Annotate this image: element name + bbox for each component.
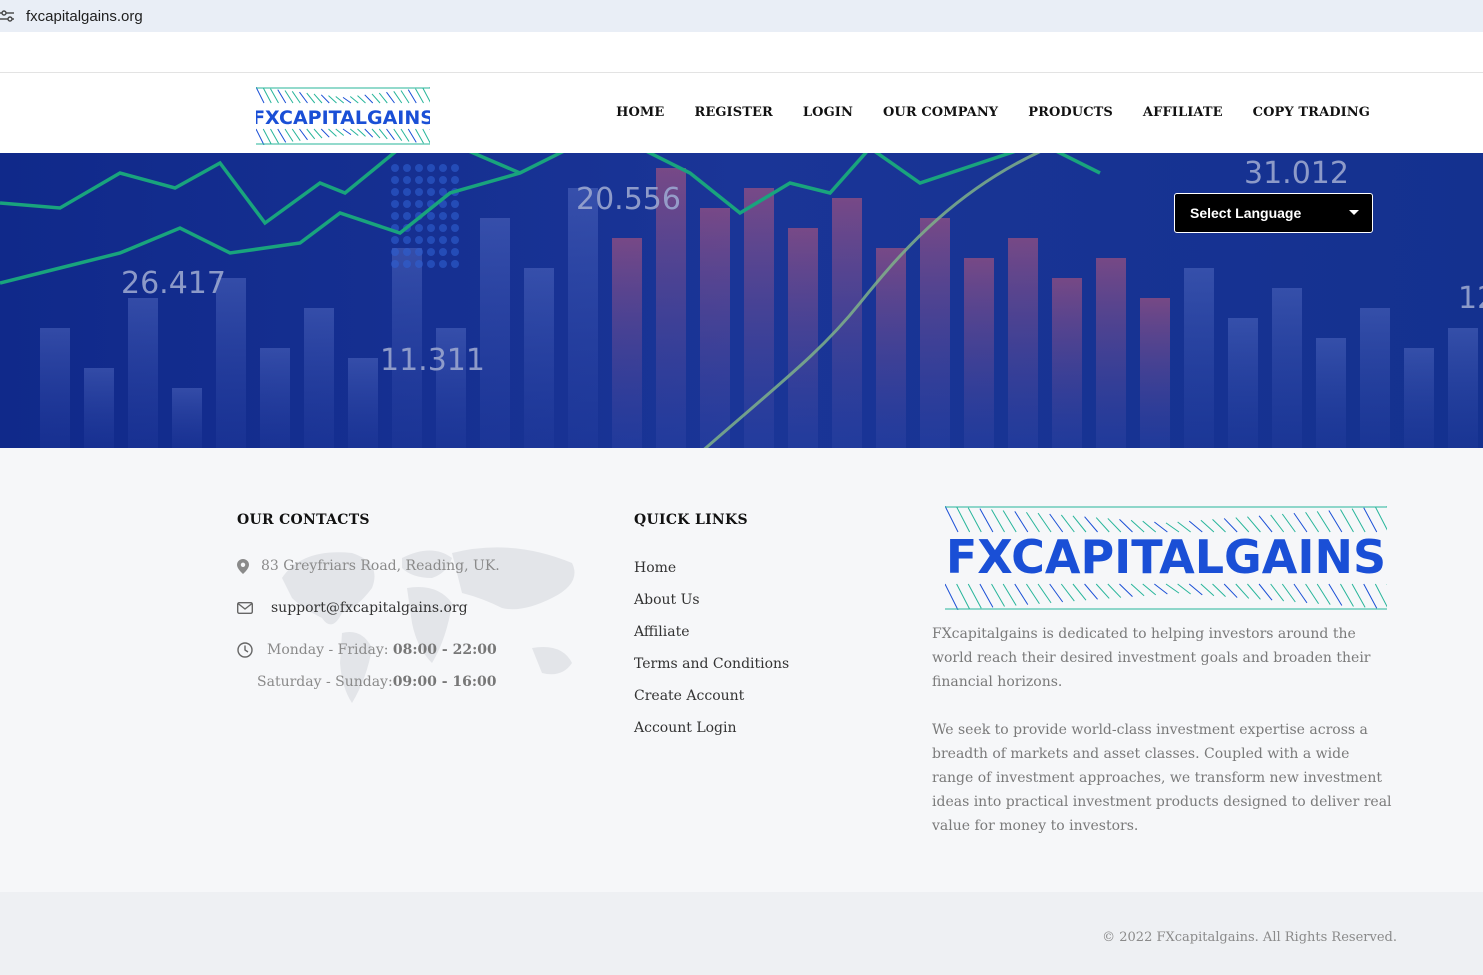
url-text[interactable]: fxcapitalgains.org [26, 8, 143, 25]
about-paragraph-2: We seek to provide world-class investmen… [932, 722, 1392, 834]
copyright-text: © 2022 FXcapitalgains. All Rights Reserv… [1102, 930, 1397, 945]
nav-home[interactable]: HOME [616, 105, 664, 120]
language-select[interactable]: Select Language [1174, 193, 1373, 233]
envelope-icon [237, 602, 253, 614]
contacts-title: OUR CONTACTS [237, 512, 370, 528]
clock-icon [237, 642, 253, 658]
map-pin-icon [235, 558, 251, 574]
quick-links-list: Home About Us Affiliate Terms and Condit… [634, 558, 789, 750]
nav-login[interactable]: LOGIN [803, 105, 853, 120]
main-nav: HOME REGISTER LOGIN OUR COMPANY PRODUCTS… [616, 105, 1370, 120]
weekday-hours-value: 08:00 - 22:00 [392, 642, 497, 658]
footer-logo: FXCAPITALGAINS [944, 505, 1401, 611]
contact-email: support@fxcapitalgains.org [237, 600, 468, 616]
contact-hours-weekend: Saturday - Sunday: 09:00 - 16:00 [257, 674, 497, 690]
caret-down-icon [1349, 210, 1359, 215]
logo-text: FXCAPITALGAINS [256, 107, 430, 129]
nav-our-company[interactable]: OUR COMPANY [883, 105, 998, 120]
top-strip [0, 32, 1483, 73]
footer-logo-text: FXCAPITALGAINS [946, 530, 1386, 584]
quick-link-create-account[interactable]: Create Account [634, 686, 789, 718]
address-text: 83 Greyfriars Road, Reading, UK. [261, 558, 500, 574]
nav-register[interactable]: REGISTER [694, 105, 772, 120]
about-text: FXcapitalgains is dedicated to helping i… [932, 622, 1394, 838]
quick-link-home[interactable]: Home [634, 558, 789, 590]
site-header: FXCAPITALGAINS HOME REGISTER LOGIN OUR C… [0, 73, 1483, 153]
nav-copy-trading[interactable]: COPY TRADING [1253, 105, 1370, 120]
about-paragraph-1: FXcapitalgains is dedicated to helping i… [932, 626, 1371, 690]
footer-logo-graphic: FXCAPITALGAINS [944, 505, 1401, 611]
email-link[interactable]: support@fxcapitalgains.org [271, 600, 468, 616]
hero-number-3: 11.311 [380, 343, 485, 378]
hero-number-2: 20.556 [576, 182, 681, 217]
weekday-label: Monday - Friday: [267, 642, 393, 658]
quick-link-about-us[interactable]: About Us [634, 590, 789, 622]
quick-link-terms[interactable]: Terms and Conditions [634, 654, 789, 686]
quick-link-account-login[interactable]: Account Login [634, 718, 789, 750]
footer-bottom: © 2022 FXcapitalgains. All Rights Reserv… [0, 892, 1483, 975]
weekend-label: Saturday - Sunday: [257, 674, 393, 690]
logo-graphic: FXCAPITALGAINS [252, 86, 439, 146]
language-select-label: Select Language [1190, 205, 1302, 221]
browser-address-bar: fxcapitalgains.org [0, 0, 1483, 32]
footer-main: OUR CONTACTS 83 Greyfriars Road, Reading… [0, 448, 1483, 892]
hero-number-1: 26.417 [121, 266, 226, 301]
site-logo[interactable]: FXCAPITALGAINS [252, 86, 439, 146]
hero-banner: 26.417 20.556 11.311 31.012 12 Select La… [0, 153, 1483, 448]
quick-links-title: QUICK LINKS [634, 512, 748, 528]
contact-address: 83 Greyfriars Road, Reading, UK. [235, 558, 500, 574]
weekend-hours-value: 09:00 - 16:00 [392, 674, 497, 690]
site-settings-icon[interactable] [0, 9, 14, 23]
quick-link-affiliate[interactable]: Affiliate [634, 622, 789, 654]
weekday-hours: Monday - Friday: 08:00 - 22:00 [267, 642, 497, 658]
nav-affiliate[interactable]: AFFILIATE [1143, 105, 1223, 120]
nav-products[interactable]: PRODUCTS [1028, 105, 1113, 120]
contact-hours-weekday: Monday - Friday: 08:00 - 22:00 [237, 642, 497, 658]
hero-number-4: 31.012 [1244, 156, 1349, 191]
hero-number-5: 12 [1458, 281, 1483, 316]
